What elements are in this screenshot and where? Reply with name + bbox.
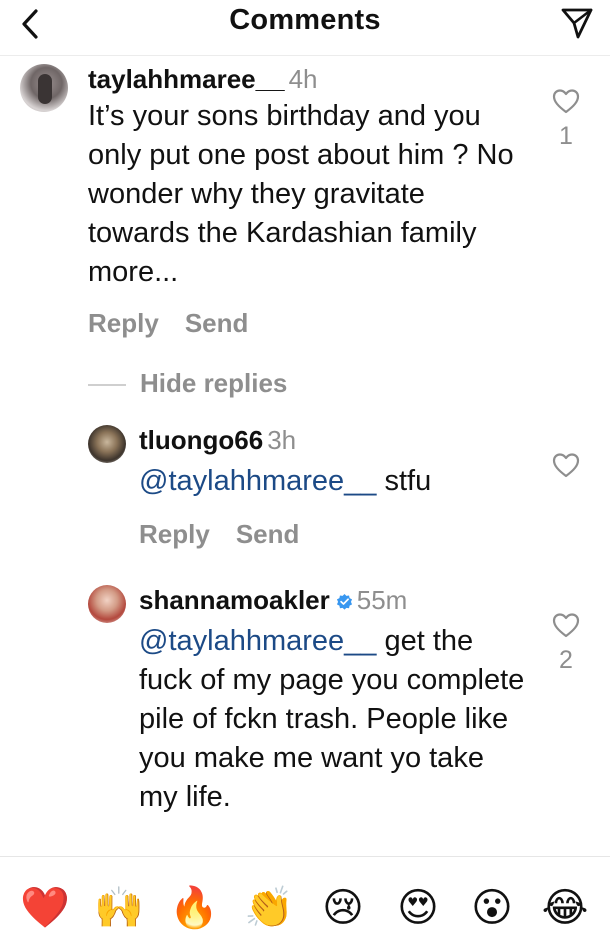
clapping-hands-icon[interactable]: 👏 bbox=[244, 883, 294, 933]
avatar[interactable] bbox=[88, 425, 126, 463]
comment-text: It’s your sons birthday and you only put… bbox=[88, 100, 514, 288]
reply: shannamoakler 55m @taylahhmaree__ get the… bbox=[139, 585, 529, 817]
like-count: 1 bbox=[559, 122, 573, 150]
like-button[interactable] bbox=[551, 452, 581, 478]
emoji-reaction-bar: ❤️ 🙌 🔥 👏 😢 😍 😮 😂 bbox=[0, 856, 610, 943]
send-button[interactable]: Send bbox=[236, 519, 300, 549]
reply-timestamp: 55m bbox=[356, 585, 408, 615]
like-count: 2 bbox=[559, 646, 573, 674]
paper-plane-icon[interactable] bbox=[560, 6, 594, 40]
reply-username[interactable]: tluongo66 bbox=[139, 425, 263, 455]
avatar[interactable] bbox=[20, 64, 68, 112]
hide-replies-button[interactable]: Hide replies bbox=[88, 368, 287, 399]
tears-of-joy-icon[interactable]: 😂 bbox=[540, 883, 590, 933]
verified-badge-icon bbox=[336, 593, 352, 610]
red-heart-icon[interactable]: ❤️ bbox=[20, 883, 70, 933]
heart-outline-icon bbox=[552, 89, 580, 114]
mention-link[interactable]: @taylahhmaree__ bbox=[139, 465, 376, 497]
comment-timestamp: 4h bbox=[288, 64, 318, 94]
reply: tluongo66 3h @taylahhmaree__ stfu Reply Se… bbox=[139, 425, 539, 550]
heart-outline-icon bbox=[552, 453, 580, 478]
comment: taylahhmaree__ 4h It’s your sons birthday… bbox=[88, 64, 518, 339]
crying-face-icon[interactable]: 😢 bbox=[318, 883, 368, 933]
raising-hands-icon[interactable]: 🙌 bbox=[94, 883, 144, 933]
heart-eyes-icon[interactable]: 😍 bbox=[393, 883, 443, 933]
fire-icon[interactable]: 🔥 bbox=[169, 883, 219, 933]
reply-timestamp: 3h bbox=[267, 425, 297, 455]
divider bbox=[88, 384, 126, 387]
send-button[interactable]: Send bbox=[185, 308, 249, 338]
avatar[interactable] bbox=[88, 585, 126, 623]
page-title: Comments bbox=[229, 4, 381, 36]
like-button[interactable]: 2 bbox=[551, 612, 581, 675]
reply-username[interactable]: shannamoakler bbox=[139, 585, 330, 615]
like-button[interactable]: 1 bbox=[551, 88, 581, 151]
surprised-face-icon[interactable]: 😮 bbox=[467, 883, 517, 933]
mention-link[interactable]: @taylahhmaree__ bbox=[139, 625, 376, 657]
comment-username[interactable]: taylahhmaree__ bbox=[88, 64, 285, 94]
heart-outline-icon bbox=[552, 613, 580, 638]
reply-text: stfu bbox=[376, 465, 432, 497]
reply-button[interactable]: Reply bbox=[88, 308, 159, 338]
comments-header: Comments bbox=[0, 0, 610, 56]
reply-button[interactable]: Reply bbox=[139, 519, 210, 549]
